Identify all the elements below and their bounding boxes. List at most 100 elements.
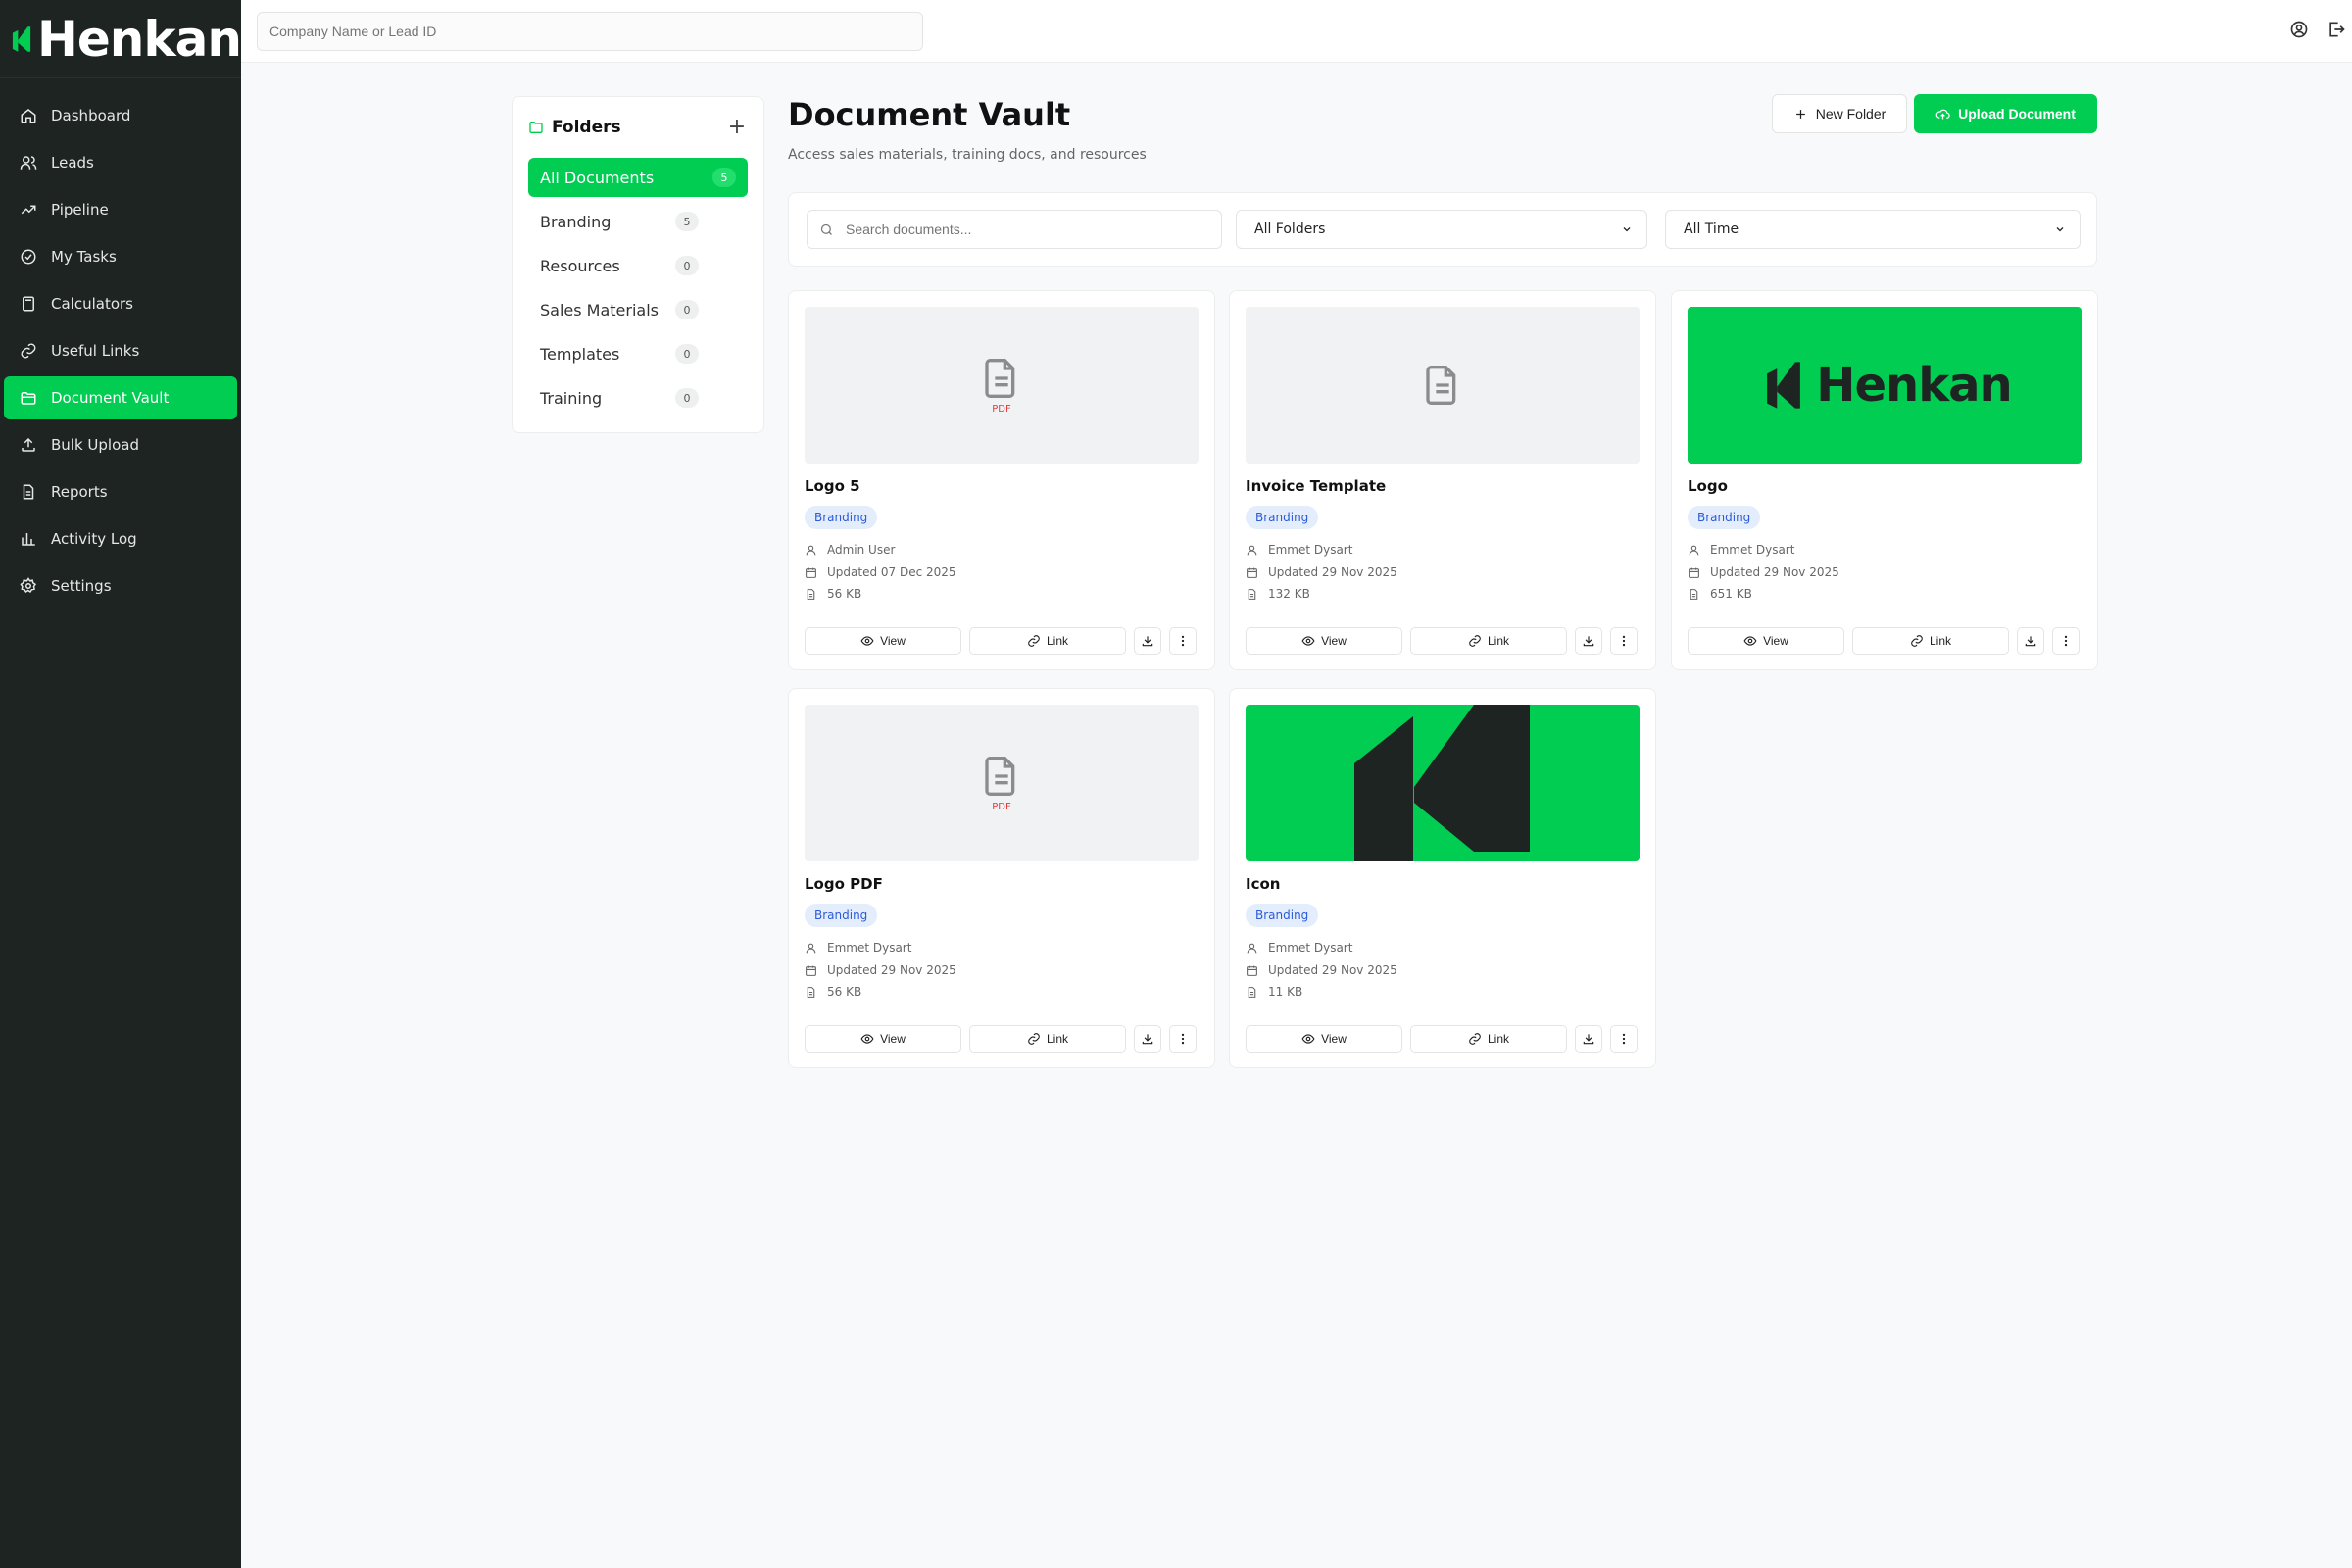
copy-link-button[interactable]: Link	[1410, 1025, 1567, 1053]
download-button[interactable]	[1575, 1025, 1602, 1053]
lead-search-input[interactable]	[257, 12, 923, 51]
file-icon	[807, 986, 815, 998]
folder-tag: Branding	[805, 904, 878, 927]
sidebar-item-my-tasks[interactable]: My Tasks	[4, 235, 237, 278]
more-options-button[interactable]	[1610, 627, 1638, 655]
upload-document-button[interactable]: Upload Document	[1914, 94, 2097, 133]
document-updated: Updated 29 Nov 2025	[1246, 963, 1397, 977]
eye-icon	[1301, 1034, 1315, 1044]
sidebar-item-label: Dashboard	[51, 107, 131, 124]
calendar-icon	[806, 965, 816, 976]
more-options-button[interactable]	[1610, 1025, 1638, 1053]
more-vertical-icon	[1181, 1033, 1185, 1045]
calendar-icon	[1247, 965, 1257, 976]
folder-item-branding[interactable]: Branding 5	[528, 202, 748, 241]
card-actions: View Link	[1688, 627, 2080, 655]
file-size: 56 KB	[827, 587, 862, 601]
view-button[interactable]: View	[1688, 627, 1844, 655]
sidebar: Henkan Dashboard Leads Pipeline My Tasks…	[0, 0, 242, 1568]
document-thumbnail[interactable]	[1246, 307, 1640, 464]
folder-item-templates[interactable]: Templates 0	[528, 334, 748, 373]
document-size: 132 KB	[1246, 587, 1310, 601]
sidebar-item-settings[interactable]: Settings	[4, 564, 237, 608]
more-options-button[interactable]	[1169, 1025, 1197, 1053]
sidebar-item-calculators[interactable]: Calculators	[4, 282, 237, 325]
author-name: Admin User	[827, 543, 896, 557]
sidebar-item-reports[interactable]: Reports	[4, 470, 237, 514]
document-thumbnail[interactable]	[1246, 705, 1640, 861]
file-icon	[1248, 986, 1256, 998]
henkan-logo-mark-icon	[12, 25, 31, 52]
document-card[interactable]: Henkan Logo Branding Emmet Dysart Update…	[1671, 290, 2098, 670]
upload-icon	[22, 437, 35, 452]
sidebar-item-useful-links[interactable]: Useful Links	[4, 329, 237, 372]
copy-link-button[interactable]: Link	[1410, 627, 1567, 655]
more-options-button[interactable]	[1169, 627, 1197, 655]
time-filter-select[interactable]: All Time	[1665, 210, 2081, 249]
cloud-upload-icon	[1936, 109, 1950, 119]
user-icon	[1247, 545, 1257, 555]
copy-link-button[interactable]: Link	[969, 1025, 1126, 1053]
folder-filter-select[interactable]: All Folders	[1236, 210, 1647, 249]
sidebar-item-document-vault[interactable]: Document Vault	[4, 376, 237, 419]
file-size: 56 KB	[827, 985, 862, 999]
document-updated: Updated 29 Nov 2025	[805, 963, 956, 977]
eye-icon	[1743, 636, 1757, 646]
folder-tag: Branding	[1246, 904, 1319, 927]
top-actions	[2289, 20, 2346, 43]
folder-filter-value: All Folders	[1254, 221, 1326, 237]
download-button[interactable]	[2017, 627, 2044, 655]
sidebar-item-leads[interactable]: Leads	[4, 141, 237, 184]
file-icon	[1248, 588, 1256, 600]
sidebar-item-label: Bulk Upload	[51, 436, 139, 454]
check-circle-icon	[21, 249, 36, 265]
document-card[interactable]: Invoice Template Branding Emmet Dysart U…	[1229, 290, 1656, 670]
document-updated: Updated 29 Nov 2025	[1688, 565, 1839, 579]
view-button[interactable]: View	[805, 627, 961, 655]
view-button[interactable]: View	[805, 1025, 961, 1053]
document-card[interactable]: PDF Logo PDF Branding Emmet Dysart Updat…	[788, 688, 1215, 1068]
document-search-input[interactable]	[846, 221, 1218, 237]
download-button[interactable]	[1575, 627, 1602, 655]
link-icon	[1911, 635, 1923, 647]
search-icon	[820, 223, 832, 235]
document-title: Icon	[1246, 875, 1281, 893]
download-button[interactable]	[1134, 1025, 1161, 1053]
card-actions: View Link	[1246, 627, 1638, 655]
sidebar-item-dashboard[interactable]: Dashboard	[4, 94, 237, 137]
sidebar-item-bulk-upload[interactable]: Bulk Upload	[4, 423, 237, 466]
sidebar-item-label: Useful Links	[51, 342, 140, 360]
document-card[interactable]: PDF Logo 5 Branding Admin User Updated 0…	[788, 290, 1215, 670]
sidebar-item-activity-log[interactable]: Activity Log	[4, 517, 237, 561]
folder-item-all-documents[interactable]: All Documents 5	[528, 158, 748, 197]
account-button[interactable]	[2289, 20, 2309, 43]
folder-count-badge: 0	[675, 300, 699, 319]
copy-link-button[interactable]: Link	[969, 627, 1126, 655]
document-thumbnail[interactable]: PDF	[805, 705, 1199, 861]
more-options-button[interactable]	[2052, 627, 2080, 655]
document-title: Logo	[1688, 477, 1728, 495]
document-thumbnail[interactable]: Henkan	[1688, 307, 2082, 464]
document-size: 56 KB	[805, 985, 861, 999]
document-thumbnail[interactable]: PDF	[805, 307, 1199, 464]
brand-logo[interactable]: Henkan	[0, 0, 242, 78]
document-card[interactable]: Icon Branding Emmet Dysart Updated 29 No…	[1229, 688, 1656, 1068]
new-folder-button[interactable]: New Folder	[1772, 94, 1907, 133]
folder-item-training[interactable]: Training 0	[528, 378, 748, 417]
view-button[interactable]: View	[1246, 1025, 1402, 1053]
copy-link-button[interactable]: Link	[1852, 627, 2009, 655]
sidebar-item-pipeline[interactable]: Pipeline	[4, 188, 237, 231]
view-button[interactable]: View	[1246, 627, 1402, 655]
document-search[interactable]	[807, 210, 1222, 249]
download-button[interactable]	[1134, 627, 1161, 655]
document-author: Emmet Dysart	[1246, 543, 1352, 557]
add-folder-button[interactable]: +	[726, 117, 748, 138]
folder-item-sales-materials[interactable]: Sales Materials 0	[528, 290, 748, 329]
view-label: View	[1763, 634, 1788, 648]
author-name: Emmet Dysart	[1268, 543, 1353, 557]
henkan-icon-image	[1354, 705, 1530, 861]
folder-item-resources[interactable]: Resources 0	[528, 246, 748, 285]
logout-button[interactable]	[2327, 20, 2346, 43]
download-icon	[1583, 1034, 1594, 1045]
chevron-down-icon	[2056, 227, 2064, 232]
